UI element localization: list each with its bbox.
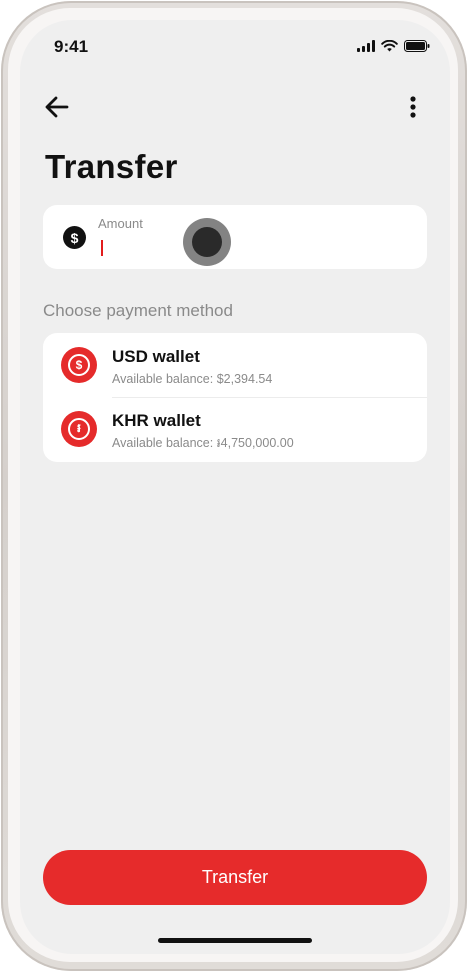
method-balance: Available balance: $2,394.54 [112,372,273,386]
dollar-circle-icon: $ [63,226,86,249]
transfer-button[interactable]: Transfer [43,850,427,905]
battery-icon [404,40,430,52]
amount-label: Amount [98,216,143,231]
more-vertical-icon [410,96,416,118]
home-indicator [158,938,312,943]
method-name: KHR wallet [112,411,201,430]
amount-input[interactable] [98,237,398,259]
method-balance: Available balance: ៛4,750,000.00 [112,436,294,450]
status-time: 9:41 [54,37,89,56]
top-nav [20,88,450,124]
text-caret [101,240,103,256]
riel-symbol: ៛ [68,418,90,440]
payment-methods-list: $ USD wallet Available balance: $2,394.5… [43,333,427,462]
status-bar: 9:41 [20,20,450,76]
arrow-left-icon [45,96,69,118]
touch-indicator-dot [192,227,222,257]
app-screen: 9:41 Transfer $ Amount Choose payment me… [20,20,450,954]
payment-method-label: Choose payment method [43,301,233,320]
cellular-signal-icon [357,40,375,52]
riel-wallet-icon: ៛ [61,411,97,447]
back-button[interactable] [42,92,72,122]
dollar-wallet-icon: $ [61,347,97,383]
payment-method-usd-wallet[interactable]: $ USD wallet Available balance: $2,394.5… [43,333,427,397]
phone-frame: 9:41 Transfer $ Amount Choose payment me… [0,0,470,974]
more-options-button[interactable] [398,92,428,122]
touch-indicator [183,218,231,266]
dollar-symbol: $ [68,354,90,376]
amount-field-card[interactable]: $ Amount [43,205,427,269]
status-icons [357,40,430,52]
method-name: USD wallet [112,347,200,366]
wifi-icon [381,40,398,52]
page-title: Transfer [45,148,178,185]
payment-method-khr-wallet[interactable]: ៛ KHR wallet Available balance: ៛4,750,0… [43,397,427,461]
